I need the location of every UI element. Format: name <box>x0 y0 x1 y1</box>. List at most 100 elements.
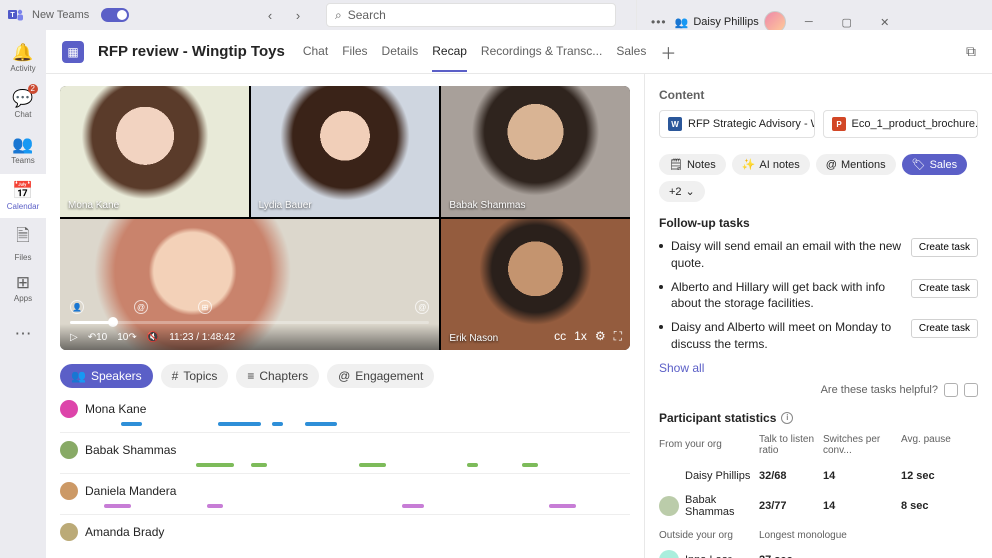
hash-icon: # <box>172 369 179 383</box>
view-pills: 👥Speakers #Topics ≡Chapters @Engagement <box>60 364 630 388</box>
mute-icon[interactable]: 🔇 <box>147 332 159 343</box>
info-icon[interactable]: i <box>781 412 793 424</box>
thumbs-up-icon[interactable] <box>944 383 958 397</box>
stats-row: Inna Laar27 sec <box>659 546 978 558</box>
video-tile[interactable]: Mona Kane <box>60 86 249 217</box>
bell-icon: 🔔 <box>12 43 33 63</box>
helpful-label: Are these tasks helpful? <box>821 384 938 396</box>
chip-notes[interactable]: 🗒Notes <box>659 154 726 175</box>
search-icon: ⌕ <box>335 8 342 23</box>
file-ppt[interactable]: PEco_1_product_brochure.pptx <box>823 110 979 138</box>
tab-recordings[interactable]: Recordings & Transc... <box>481 32 602 72</box>
speed-icon[interactable]: 1x <box>574 329 587 344</box>
tab-sales[interactable]: Sales <box>616 32 646 72</box>
marker-icon[interactable]: 👤 <box>70 300 84 314</box>
speaker-row[interactable]: Babak Shammas <box>60 441 630 474</box>
speaker-row[interactable]: Amanda Brady <box>60 523 630 546</box>
tab-recap[interactable]: Recap <box>432 32 467 72</box>
rail-more[interactable]: ⋯ <box>0 312 46 356</box>
pill-chapters[interactable]: ≡Chapters <box>236 364 319 388</box>
teams-icon: 👥 <box>12 135 33 155</box>
create-task-button[interactable]: Create task <box>911 238 978 257</box>
create-task-button[interactable]: Create task <box>911 279 978 298</box>
page-header: ▦ RFP review - Wingtip Toys Chat Files D… <box>46 30 992 74</box>
user-name-label: Daisy Phillips <box>693 16 758 28</box>
file-word[interactable]: WRFP Strategic Advisory - Wingtip Toys <box>659 110 815 138</box>
rail-teams[interactable]: 👥Teams <box>0 128 46 172</box>
add-tab-button[interactable]: ＋ <box>660 40 676 64</box>
search-input[interactable]: ⌕ Search <box>326 3 616 27</box>
pill-topics[interactable]: #Topics <box>161 364 229 388</box>
ppt-icon: P <box>832 117 846 131</box>
pill-engagement[interactable]: @Engagement <box>327 364 434 388</box>
new-teams-label: New Teams <box>32 9 89 21</box>
apps-icon: ⊞ <box>16 273 30 293</box>
avatar <box>60 523 78 541</box>
settings-icon[interactable]: ⚙ <box>595 329 606 344</box>
play-icon[interactable]: ▷ <box>70 332 78 343</box>
video-grid: Mona Kane Lydia Bauer Babak Shammas 👤 @ ⊞ @… <box>60 86 630 350</box>
marker-icon[interactable]: @ <box>134 300 148 314</box>
ai-icon: ✨ <box>742 158 756 171</box>
speaker-row[interactable]: Daniela Mandera <box>60 482 630 515</box>
create-task-button[interactable]: Create task <box>911 319 978 338</box>
video-tile-main[interactable]: 👤 @ ⊞ @ ▷ ↶10 10↷ 🔇 11:23 / 1:48:42 <box>60 219 439 350</box>
chip-mentions[interactable]: @Mentions <box>816 154 896 175</box>
list-icon: ≡ <box>247 369 254 383</box>
tab-chat[interactable]: Chat <box>303 32 328 72</box>
right-panel: Content WRFP Strategic Advisory - Wingti… <box>644 74 992 558</box>
chip-sales[interactable]: 🏷Sales <box>902 154 968 175</box>
fwd10-icon[interactable]: 10↷ <box>117 332 137 343</box>
chat-badge: 2 <box>28 84 38 94</box>
task-row: Alberto and Hillary will get back with i… <box>659 279 978 313</box>
speaker-row[interactable]: Mona Kane <box>60 400 630 433</box>
nav-back-button[interactable]: ‹ <box>258 3 282 27</box>
avatar <box>60 400 78 418</box>
more-icon: ⋯ <box>15 324 32 344</box>
chip-ainotes[interactable]: ✨AI notes <box>732 154 810 175</box>
content-heading: Content <box>659 88 978 102</box>
video-tile[interactable]: Babak Shammas <box>441 86 630 217</box>
marker-icon[interactable]: ⊞ <box>198 300 212 314</box>
people-icon: 👥 <box>675 16 689 29</box>
header-tabs: Chat Files Details Recap Recordings & Tr… <box>303 32 647 72</box>
video-tile[interactable]: Lydia Bauer <box>251 86 440 217</box>
video-time: 11:23 / 1:48:42 <box>169 332 235 343</box>
video-tile[interactable]: Erik Nason cc1x⚙⛶ <box>441 219 630 350</box>
rail-calendar[interactable]: 📅Calendar <box>0 174 46 218</box>
notes-icon: 🗒 <box>669 158 683 171</box>
cc-icon[interactable]: cc <box>554 329 566 344</box>
more-menu-icon[interactable]: ••• <box>651 15 667 29</box>
nav-forward-button[interactable]: › <box>286 3 310 27</box>
rail-files[interactable]: 🗎Files <box>0 220 46 264</box>
video-controls: ▷ ↶10 10↷ 🔇 11:23 / 1:48:42 <box>60 324 439 350</box>
people-icon: 👥 <box>71 369 86 383</box>
avatar <box>659 466 679 486</box>
fullscreen-icon[interactable]: ⛶ <box>614 329 622 344</box>
chip-more[interactable]: +2 ⌄ <box>659 181 705 202</box>
teams-logo-icon: T <box>8 7 24 23</box>
marker-icon[interactable]: @ <box>415 300 429 314</box>
show-all-tasks[interactable]: Show all <box>659 361 704 375</box>
tab-files[interactable]: Files <box>342 32 367 72</box>
svg-text:P: P <box>836 120 842 129</box>
thumbs-down-icon[interactable] <box>964 383 978 397</box>
rail-activity[interactable]: 🔔Activity <box>0 36 46 80</box>
files-icon: 🗎 <box>16 223 30 252</box>
speaker-timeline: Mona Kane Babak Shammas Daniela Mandera … <box>60 400 630 546</box>
task-row: Daisy will send email an email with the … <box>659 238 978 272</box>
chevron-down-icon: ⌄ <box>686 185 695 198</box>
avatar <box>60 441 78 459</box>
new-teams-toggle[interactable] <box>101 8 129 22</box>
rail-apps[interactable]: ⊞Apps <box>0 266 46 310</box>
stats-heading: Participant statistics <box>659 411 776 425</box>
tab-details[interactable]: Details <box>382 32 419 72</box>
stats-row: Daisy Phillips32/681412 sec <box>659 462 978 490</box>
popout-icon[interactable]: ⧉ <box>966 43 976 60</box>
stats-row: Babak Shammas23/77148 sec <box>659 490 978 522</box>
pill-speakers[interactable]: 👥Speakers <box>60 364 153 388</box>
back10-icon[interactable]: ↶10 <box>88 332 108 343</box>
rail-chat[interactable]: 💬2Chat <box>0 82 46 126</box>
avatar <box>659 496 679 516</box>
channel-icon: ▦ <box>62 41 84 63</box>
